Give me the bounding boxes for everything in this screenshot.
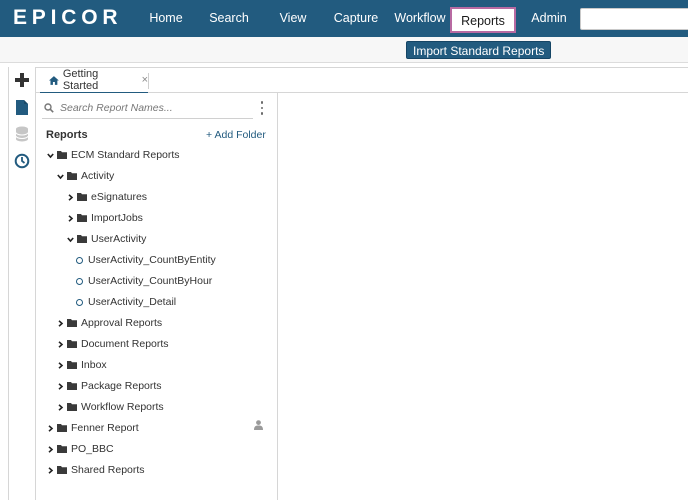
chevron-right-icon[interactable]	[46, 466, 54, 474]
folder-item[interactable]: Activity	[56, 167, 114, 185]
folder-icon	[57, 466, 67, 474]
global-search-input[interactable]	[580, 8, 688, 30]
folder-icon	[67, 172, 77, 180]
tree-item-label: Fenner Report	[71, 422, 139, 434]
nav-admin[interactable]: Admin	[530, 0, 568, 37]
report-search-bar	[42, 97, 253, 119]
folder-icon	[67, 403, 77, 411]
folder-item[interactable]: ImportJobs	[66, 209, 143, 227]
folder-item[interactable]: Approval Reports	[56, 314, 162, 332]
chevron-right-icon[interactable]	[66, 193, 74, 201]
nav-search[interactable]: Search	[208, 0, 250, 37]
report-circle-icon	[76, 277, 83, 285]
report-tree-panel: Reports + Add Folder ECM Standard Report…	[36, 93, 278, 500]
top-navigation-bar: EPICOR Home Search View Capture Workflow…	[0, 0, 688, 37]
folder-icon	[57, 445, 67, 453]
chevron-right-icon[interactable]	[56, 361, 64, 369]
tree-item-label: UserActivity_CountByHour	[88, 275, 213, 287]
tab-getting-started[interactable]: Getting Started ×	[40, 68, 148, 94]
tree-item-label: Document Reports	[81, 338, 169, 350]
chevron-right-icon[interactable]	[56, 403, 64, 411]
logo-text: EPICOR	[13, 6, 119, 28]
folder-item[interactable]: Inbox	[56, 356, 107, 374]
search-icon	[44, 102, 54, 113]
clock-icon	[14, 153, 30, 169]
chevron-right-icon[interactable]	[56, 319, 64, 327]
tree-item-label: Shared Reports	[71, 464, 145, 476]
tree-item-label: PO_BBC	[71, 443, 114, 455]
nav-reports[interactable]: Reports	[450, 7, 516, 33]
nav-capture[interactable]: Capture	[333, 0, 379, 37]
nav-workflow[interactable]: Workflow	[394, 0, 446, 37]
reports-document-button[interactable]	[9, 94, 35, 120]
folder-item[interactable]: Fenner Report	[46, 419, 139, 437]
tab-label: Getting Started	[62, 68, 99, 92]
folder-item[interactable]: Document Reports	[56, 335, 169, 353]
folder-item[interactable]: PO_BBC	[46, 440, 114, 458]
add-button[interactable]	[9, 67, 35, 93]
tree-item-label: Package Reports	[81, 380, 162, 392]
report-item[interactable]: UserActivity_CountByHour	[76, 272, 212, 290]
tree-item-label: ECM Standard Reports	[71, 149, 180, 161]
tree-item-label: UserActivity_Detail	[88, 296, 177, 308]
chevron-right-icon[interactable]	[56, 340, 64, 348]
folder-icon	[67, 361, 77, 369]
reports-header: Reports	[46, 129, 88, 141]
nav-home[interactable]: Home	[148, 0, 184, 37]
database-button[interactable]	[9, 121, 35, 147]
folder-icon	[57, 424, 67, 432]
tab-bar: Getting Started ×	[36, 67, 688, 94]
report-circle-icon	[76, 298, 83, 306]
chevron-right-icon[interactable]	[56, 382, 64, 390]
chevron-right-icon[interactable]	[46, 445, 54, 453]
tree-item-label: Inbox	[81, 359, 107, 371]
tree-item-label: UserActivity	[91, 233, 147, 245]
tab-divider	[148, 73, 149, 89]
chevron-right-icon[interactable]	[46, 424, 54, 432]
more-options-icon[interactable]	[260, 101, 264, 115]
history-button[interactable]	[9, 148, 35, 174]
add-folder-link[interactable]: + Add Folder	[206, 129, 266, 141]
folder-item[interactable]: ECM Standard Reports	[46, 146, 180, 164]
document-icon	[16, 99, 28, 115]
folder-icon	[67, 382, 77, 390]
tree-item-label: UserActivity_CountByEntity	[88, 254, 216, 266]
chevron-down-icon[interactable]	[46, 151, 54, 159]
plus-icon	[15, 73, 29, 87]
epicor-logo[interactable]: EPICOR	[13, 6, 121, 28]
folder-icon	[77, 193, 87, 201]
tree-item-label: eSignatures	[91, 191, 148, 203]
folder-icon	[67, 319, 77, 327]
folder-icon	[57, 151, 67, 159]
chevron-right-icon[interactable]	[66, 214, 74, 222]
folder-item[interactable]: Shared Reports	[46, 461, 145, 479]
folder-icon	[77, 235, 87, 243]
chevron-down-icon[interactable]	[66, 235, 74, 243]
left-rail	[8, 67, 36, 500]
tree-item-label: Activity	[81, 170, 115, 182]
folder-item[interactable]: eSignatures	[66, 188, 147, 206]
report-search-input[interactable]	[60, 101, 240, 114]
folder-icon	[67, 340, 77, 348]
nav-view[interactable]: View	[278, 0, 308, 37]
sub-header: Import Standard Reports	[0, 37, 688, 63]
report-item[interactable]: UserActivity_CountByEntity	[76, 251, 216, 269]
folder-item[interactable]: Package Reports	[56, 377, 162, 395]
folder-icon	[77, 214, 87, 222]
report-circle-icon	[76, 256, 83, 264]
tree-item-label: Workflow Reports	[81, 401, 164, 413]
report-item[interactable]: UserActivity_Detail	[76, 293, 176, 311]
person-icon	[254, 420, 263, 430]
import-standard-reports-button[interactable]: Import Standard Reports	[406, 41, 552, 59]
tree-item-label: ImportJobs	[91, 212, 143, 224]
tree-item-label: Approval Reports	[81, 317, 163, 329]
chevron-down-icon[interactable]	[56, 172, 64, 180]
database-icon	[15, 126, 29, 142]
home-icon	[49, 75, 59, 85]
folder-item[interactable]: Workflow Reports	[56, 398, 164, 416]
folder-item[interactable]: UserActivity	[66, 230, 146, 248]
